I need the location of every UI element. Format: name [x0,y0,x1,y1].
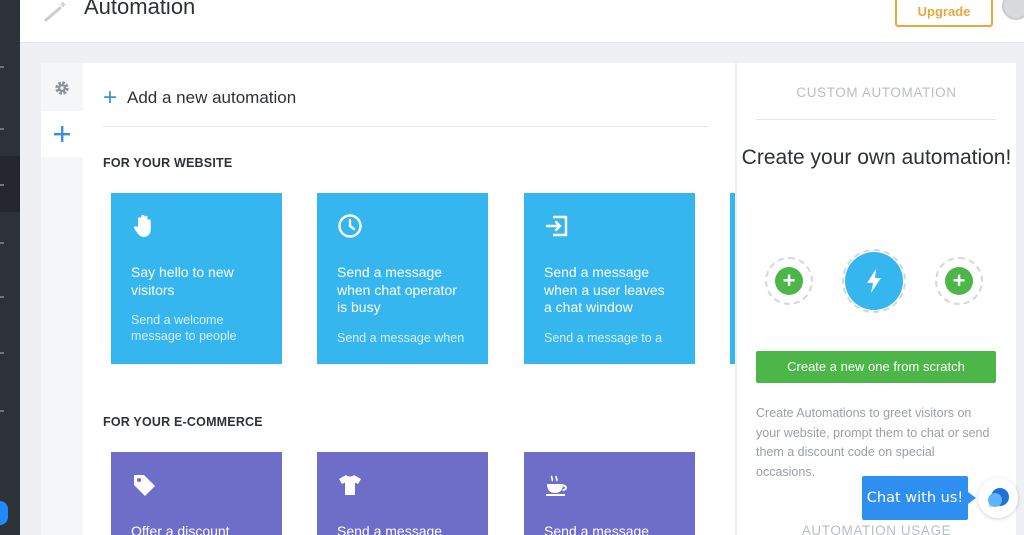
card-title: Send a message [544,523,650,535]
card-description: Send a message when [337,330,465,345]
automation-card-user-leaves[interactable]: Send a message when a user leaves a chat… [524,193,695,364]
automation-usage-heading: AUTOMATION USAGE [801,523,952,535]
top-bar: Automation Upgrade [20,0,1024,43]
custom-automation-title: Create your own automation! [741,146,1012,169]
automation-card-shop-message[interactable]: Send a message [317,452,488,535]
card-description: Send a welcome message to people [131,313,237,343]
card-title: Say hello to new visitors [131,264,234,298]
chat-icon [988,488,1009,507]
plus-icon: + [945,267,973,295]
tab-settings[interactable] [41,65,83,111]
plus-icon: + [775,267,803,295]
rail-item[interactable] [0,184,4,186]
rail-item[interactable] [0,296,4,298]
coffee-icon [546,475,567,496]
automation-card-say-hello[interactable]: Say hello to new visitors Send a welcome… [111,193,282,364]
card-title: Send a message when a user leaves a chat… [544,264,665,315]
add-action-button[interactable]: + [935,257,983,305]
exit-icon [545,215,568,237]
chat-launcher-button[interactable] [978,478,1018,518]
add-automation-label: Add a new automation [127,88,297,107]
clock-icon [338,214,362,238]
create-from-scratch-button[interactable]: Create a new one from scratch [756,351,996,383]
tag-icon [134,475,155,496]
section-title-website: FOR YOUR WEBSITE [103,156,233,170]
custom-automation-heading: CUSTOM AUTOMATION [796,85,957,100]
rail-item[interactable] [0,66,4,68]
avatar[interactable] [1002,0,1024,20]
add-automation-link[interactable]: + Add a new automation [103,84,297,111]
automation-card-operator-busy[interactable]: Send a message when chat operator is bus… [317,193,488,364]
card-title: Send a message when chat operator is bus… [337,264,457,315]
custom-automation-panel: CUSTOM AUTOMATION Create your own automa… [737,63,1016,535]
rail-item[interactable] [0,352,4,354]
rail-indicator [0,501,8,525]
automation-card-offer-discount[interactable]: Offer a discount [111,452,282,535]
upgrade-button[interactable]: Upgrade [895,0,993,27]
left-nav-rail [0,0,20,535]
automation-card-partial[interactable] [730,193,735,364]
divider [756,119,996,120]
rail-item[interactable] [0,242,4,244]
automation-flow-node [842,249,906,313]
magic-wand-icon [44,2,66,22]
automation-list-panel: + Add a new automation FOR YOUR WEBSITE … [83,63,735,535]
add-trigger-button[interactable]: + [765,257,813,305]
automation-card-shop-message-2[interactable]: Send a message [524,452,695,535]
tshirt-icon [339,475,361,495]
card-title: Send a message [337,523,443,535]
lightning-bolt-icon [845,252,903,310]
page-title: Automation [84,0,196,19]
custom-automation-description: Create Automations to greet visitors on … [756,406,990,479]
divider [103,126,708,127]
card-title: Offer a discount [131,523,230,535]
side-tabs [41,63,83,535]
hand-wave-icon [134,214,151,237]
chat-invite-bubble[interactable]: Chat with us! [862,476,976,520]
plus-icon [54,126,70,142]
card-description: Send a message to a [544,330,663,345]
section-title-ecommerce: FOR YOUR E-COMMERCE [103,415,263,429]
rail-item[interactable] [0,128,4,130]
tab-add-automation[interactable] [41,111,83,157]
gear-icon [55,81,69,95]
plus-icon: + [103,84,118,111]
rail-item[interactable] [0,410,4,412]
